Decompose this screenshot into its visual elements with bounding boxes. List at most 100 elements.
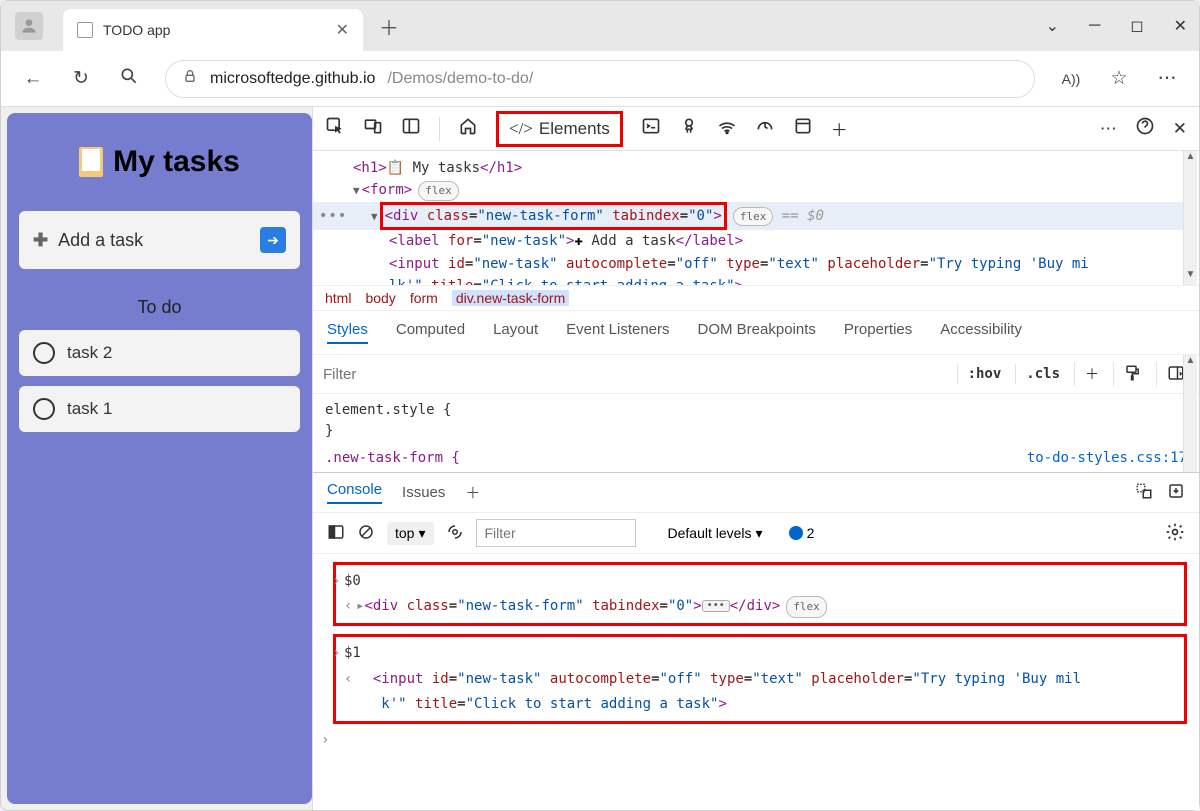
tab-dom-breakpoints[interactable]: DOM Breakpoints <box>698 321 816 344</box>
tab-elements[interactable]: </> Elements <box>496 111 623 147</box>
browser-tab[interactable]: TODO app ✕ <box>63 9 363 51</box>
tab-favicon <box>77 22 93 38</box>
code-icon: </> <box>509 119 533 139</box>
console-filter-input[interactable] <box>476 519 636 547</box>
console-drawer-tabs: Console Issues ＋ <box>313 472 1199 512</box>
sources-icon[interactable] <box>679 116 699 141</box>
task-checkbox-icon[interactable] <box>33 398 55 420</box>
menu-icon[interactable]: ⋯ <box>1155 67 1179 90</box>
url-path: /Demos/demo-to-do/ <box>387 70 533 88</box>
paint-icon[interactable] <box>1113 362 1146 387</box>
device-toggle-icon[interactable] <box>363 116 383 141</box>
tab-properties[interactable]: Properties <box>844 321 912 344</box>
clear-console-icon[interactable] <box>357 523 375 544</box>
new-tab-button[interactable]: ＋ <box>379 12 399 41</box>
help-icon[interactable] <box>1135 116 1155 141</box>
tab-accessibility[interactable]: Accessibility <box>940 321 1022 344</box>
chevron-down-icon: ▾ <box>756 525 763 542</box>
tab-layout[interactable]: Layout <box>493 321 538 344</box>
tab-issues-drawer[interactable]: Issues <box>402 484 445 501</box>
task-item[interactable]: task 2 <box>19 330 300 376</box>
lock-icon <box>182 68 198 89</box>
chevron-down-icon[interactable]: ⌄ <box>1046 16 1059 36</box>
dock-icon[interactable] <box>401 116 421 141</box>
close-window-icon[interactable]: ✕ <box>1174 16 1187 36</box>
welcome-icon[interactable] <box>458 116 478 141</box>
breadcrumb[interactable]: html body form div.new-task-form <box>313 285 1199 311</box>
more-tools-icon[interactable]: ＋ <box>465 482 480 503</box>
add-task-input[interactable]: ✚ Add a task ➔ <box>19 211 300 269</box>
profile-button[interactable] <box>15 12 43 40</box>
dom-tree[interactable]: <h1>📋 My tasks</h1> <form>flex ••• <div … <box>313 151 1199 285</box>
console-entry-1: ›$1 ‹ <input id="new-task" autocomplete=… <box>333 634 1187 724</box>
issue-dot-icon <box>789 526 803 540</box>
minimize-icon[interactable]: ─ <box>1089 17 1100 35</box>
tab-computed[interactable]: Computed <box>396 321 465 344</box>
crumb-html[interactable]: html <box>325 290 351 306</box>
url-host: microsoftedge.github.io <box>210 70 375 88</box>
console-output[interactable]: ›$0 ‹▸<div class="new-task-form" tabinde… <box>313 554 1199 732</box>
gear-icon[interactable] <box>1165 522 1185 545</box>
styles-toolbar: :hov .cls ＋ <box>313 355 1199 394</box>
tab-close-icon[interactable]: ✕ <box>336 20 349 40</box>
console-toolbar: top▾ Default levels▾ 2 <box>313 512 1199 554</box>
tab-styles[interactable]: Styles <box>327 321 368 344</box>
search-icon[interactable] <box>117 66 141 92</box>
back-icon[interactable]: ← <box>21 68 45 90</box>
separator <box>439 117 440 141</box>
submit-arrow-icon[interactable]: ➔ <box>260 227 286 253</box>
ellipsis-icon[interactable]: ••• <box>319 205 347 227</box>
download-icon[interactable] <box>1167 482 1185 504</box>
sidebar-toggle-icon[interactable] <box>327 523 345 544</box>
application-icon[interactable] <box>793 116 813 141</box>
tab-event-listeners[interactable]: Event Listeners <box>566 321 669 344</box>
crumb-body[interactable]: body <box>365 290 395 306</box>
network-icon[interactable] <box>717 116 737 141</box>
refresh-icon[interactable]: ↻ <box>69 67 93 90</box>
crumb-selected[interactable]: div.new-task-form <box>452 290 569 306</box>
tab-console[interactable]: Console <box>327 481 382 504</box>
cls-button[interactable]: .cls <box>1015 364 1064 384</box>
scrollbar[interactable]: ▲ <box>1183 355 1197 472</box>
styles-filter-input[interactable] <box>323 359 947 389</box>
detach-icon[interactable] <box>1135 482 1153 504</box>
close-devtools-icon[interactable]: ✕ <box>1173 119 1187 139</box>
hov-button[interactable]: :hov <box>957 364 1006 384</box>
inspect-icon[interactable] <box>325 116 345 141</box>
more-tools-icon[interactable]: ＋ <box>831 116 848 141</box>
add-task-label: Add a task <box>58 230 143 251</box>
log-levels-select[interactable]: Default levels▾ <box>668 525 763 542</box>
styles-tabs: Styles Computed Layout Event Listeners D… <box>313 311 1199 355</box>
issues-badge[interactable]: 2 <box>789 525 815 541</box>
address-bar[interactable]: microsoftedge.github.io/Demos/demo-to-do… <box>165 60 1035 98</box>
tab-title: TODO app <box>103 22 336 38</box>
expand-ellipsis-icon[interactable]: ••• <box>702 600 730 612</box>
window-controls: ⌄ ─ ◻ ✕ <box>1046 16 1187 36</box>
browser-navbar: ← ↻ microsoftedge.github.io/Demos/demo-t… <box>1 51 1199 107</box>
styles-body[interactable]: element.style { } .new-task-form {to-do-… <box>313 394 1199 472</box>
console-tab-icon[interactable] <box>641 116 661 141</box>
selected-element-row[interactable]: ••• <div class="new-task-form" tabindex=… <box>313 202 1189 230</box>
read-aloud-icon[interactable]: A)) <box>1059 71 1083 87</box>
browser-titlebar: TODO app ✕ ＋ ⌄ ─ ◻ ✕ <box>1 1 1199 51</box>
source-link[interactable]: to-do-styles.css:17 <box>1027 448 1187 466</box>
maximize-icon[interactable]: ◻ <box>1130 16 1143 36</box>
clipboard-icon <box>79 147 103 177</box>
live-expression-icon[interactable] <box>446 523 464 544</box>
task-checkbox-icon[interactable] <box>33 342 55 364</box>
task-item[interactable]: task 1 <box>19 386 300 432</box>
crumb-form[interactable]: form <box>410 290 438 306</box>
more-icon[interactable]: ⋯ <box>1100 119 1117 139</box>
plus-icon: ✚ <box>33 230 48 251</box>
context-select[interactable]: top▾ <box>387 522 434 545</box>
new-style-rule-icon[interactable]: ＋ <box>1074 362 1103 386</box>
scrollbar[interactable]: ▲▼ <box>1183 151 1197 285</box>
chevron-down-icon: ▾ <box>418 525 425 542</box>
section-heading: To do <box>19 297 300 318</box>
favorite-icon[interactable]: ☆ <box>1107 67 1131 90</box>
performance-icon[interactable] <box>755 116 775 141</box>
person-icon <box>19 16 39 36</box>
page-viewport: My tasks ✚ Add a task ➔ To do task 2 tas… <box>7 113 312 804</box>
page-title: My tasks <box>19 145 300 179</box>
task-label: task 1 <box>67 399 112 419</box>
